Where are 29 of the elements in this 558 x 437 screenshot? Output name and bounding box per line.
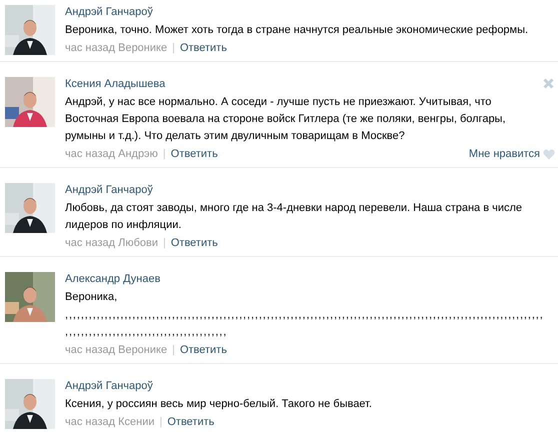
- author-link[interactable]: Андрэй Ганчароў: [65, 5, 153, 20]
- reply-link[interactable]: Ответить: [180, 343, 227, 358]
- timestamp: час назад Любови: [65, 236, 158, 251]
- separator: |: [162, 147, 166, 162]
- comment-text: Любовь, да стоят заводы, много где на 3-4-дневки народ перевели. Наша страна в числе лидеров по инфляции.: [65, 201, 524, 233]
- author-link[interactable]: Александр Дунаев: [65, 272, 160, 287]
- timestamp: час назад Ксении: [65, 415, 154, 430]
- timestamp: час назад Веронике: [65, 343, 168, 358]
- heart-icon[interactable]: [543, 149, 555, 160]
- timestamp: час назад Веронике: [65, 41, 168, 56]
- separator: |: [160, 415, 162, 430]
- comment-text: Ксения, у россиян весь мир черно-белый. Такого не бывает.: [65, 397, 373, 412]
- comment-text: Вероника, точно. Может хоть тогда в стране начнутся реальные экономические реформы.: [65, 23, 530, 38]
- reply-link[interactable]: Ответить: [180, 41, 227, 56]
- reply-link[interactable]: Ответить: [167, 415, 214, 430]
- separator: |: [172, 41, 175, 56]
- author-link[interactable]: Ксения Аладышева: [65, 77, 166, 92]
- reply-link[interactable]: Ответить: [170, 147, 218, 162]
- separator: |: [162, 236, 166, 251]
- comment-text: Андрэй, у нас все нормально. А соседи - лучше пусть не приезжают. Учитывая, что Восточная Европа воевала на стороне войск Гитлера (те же поляки, венгры, болгары, румыны и т.д.). Что делать этим двуличным товарищам в Москве?: [65, 95, 507, 144]
- comment-text: Вероника,: [65, 290, 118, 305]
- author-link[interactable]: Андрэй Ганчароў: [65, 183, 153, 198]
- author-link[interactable]: Андрэй Ганчароў: [65, 379, 153, 394]
- timestamp: час назад Андрэю: [65, 147, 158, 162]
- close-icon[interactable]: [543, 78, 554, 89]
- comment-text: ,,,,,,,,,,,,,,,,,,,,,,,,,,,,,,,,,,,,,,,,,,,,,,,,,,,,,,,,,,,,,,,,,,,,,,,,,,,,,,,,,,,,,,,,,,,,,,,,,,,,,,,,,,,,,,,,,,,,,,,,,,,,,,,,,,,,,,,,,,,,,,,,,,,,,,,,,,,,,,,,,,: [65, 308, 545, 340]
- reply-link[interactable]: Ответить: [170, 236, 218, 251]
- separator: |: [172, 343, 175, 358]
- like-link[interactable]: Мне нравится: [468, 147, 540, 162]
